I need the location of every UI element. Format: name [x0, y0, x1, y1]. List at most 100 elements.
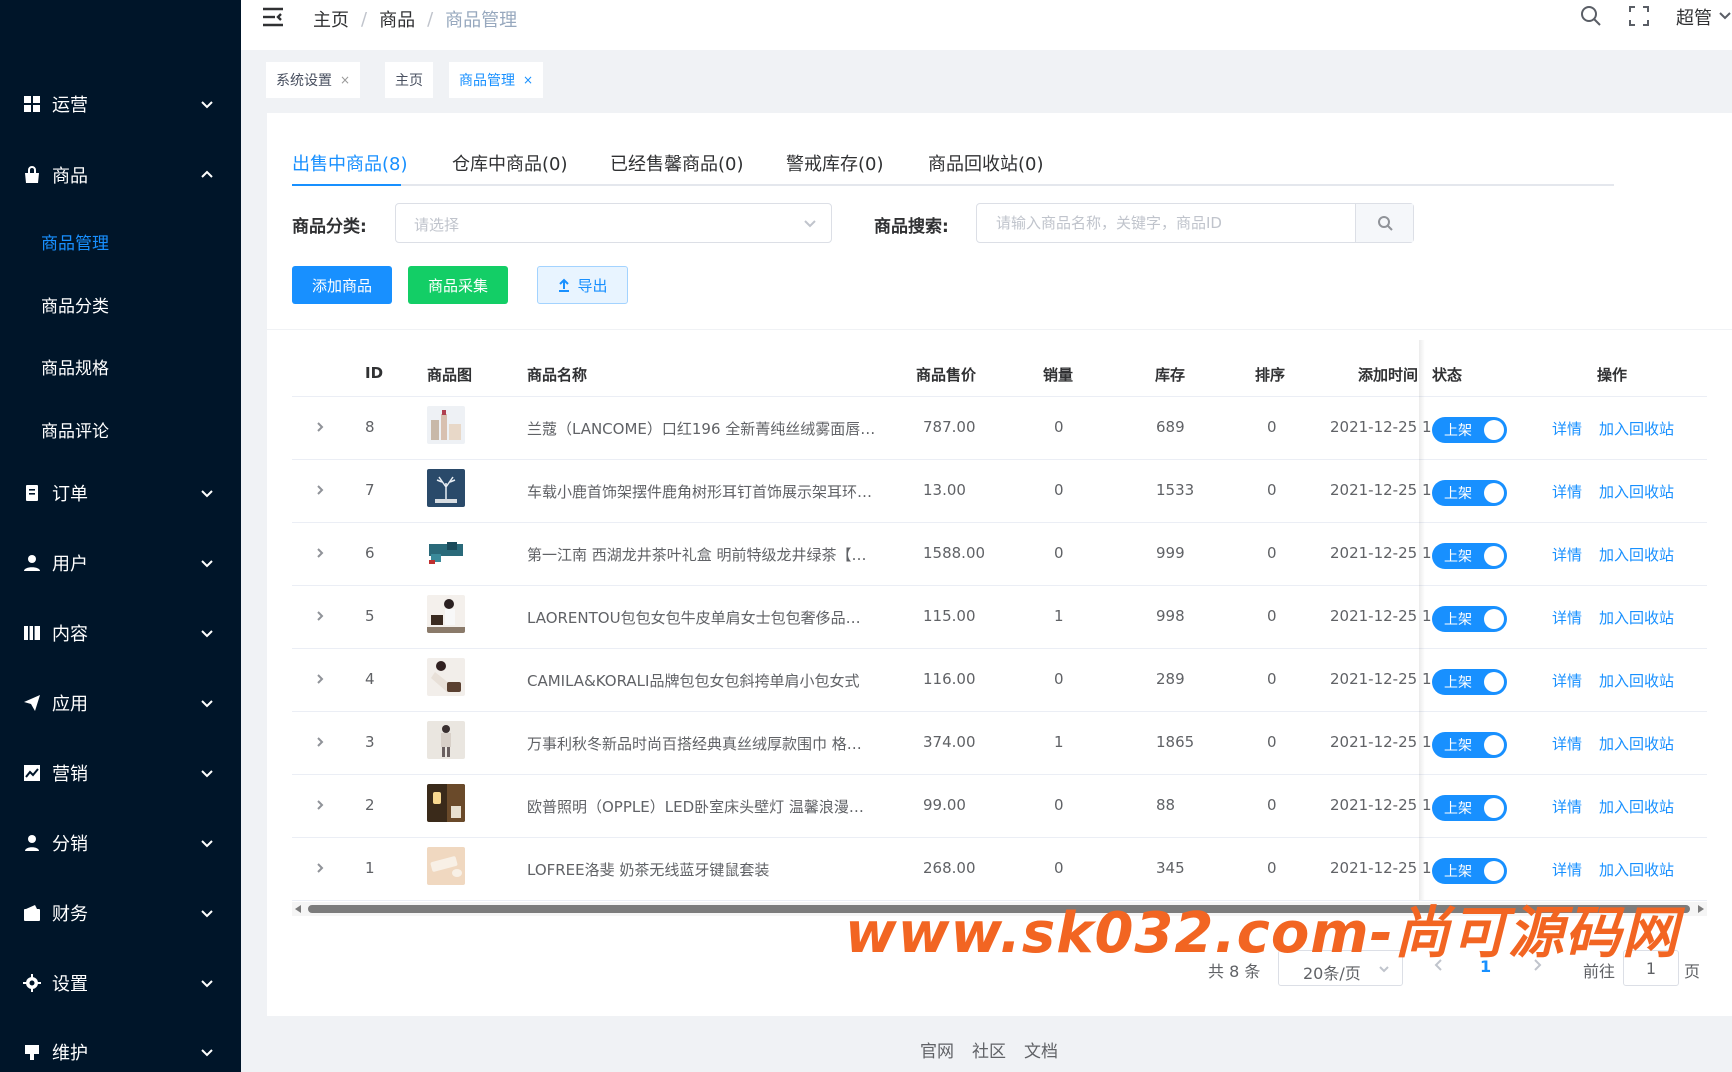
tag-home[interactable]: 主页	[385, 62, 433, 98]
table-row: 6 第一江南 西湖龙井茶叶礼盒 明前特级龙井绿茶【… 1588.00 0 999…	[292, 523, 1707, 586]
chevron-down-icon[interactable]	[1718, 8, 1732, 26]
tab-sold-out[interactable]: 已经售馨商品(0)	[610, 150, 744, 186]
recycle-link[interactable]: 加入回收站	[1599, 796, 1674, 817]
goto-page-input[interactable]	[1623, 950, 1679, 986]
recycle-link[interactable]: 加入回收站	[1599, 733, 1674, 754]
tag-goods-manage[interactable]: 商品管理 ×	[449, 62, 544, 98]
detail-link[interactable]: 详情	[1552, 481, 1582, 502]
menu-settings[interactable]: 设置	[0, 961, 241, 1005]
search-input[interactable]	[978, 205, 1353, 241]
chevron-right-icon[interactable]	[314, 862, 328, 876]
detail-link[interactable]: 详情	[1552, 733, 1582, 754]
goods-thumbnail[interactable]	[427, 595, 465, 633]
table-row: 4 CAMILA&KORALI品牌包包女包斜挎单肩小包女式 116.00 0 2…	[292, 649, 1707, 712]
detail-link[interactable]: 详情	[1552, 859, 1582, 880]
chevron-right-icon[interactable]	[314, 799, 328, 813]
menu-users[interactable]: 用户	[0, 541, 241, 585]
status-switch[interactable]: 上架	[1432, 732, 1507, 758]
menu-maintenance[interactable]: 维护	[0, 1030, 241, 1072]
collect-goods-button[interactable]: 商品采集	[408, 266, 508, 304]
goods-thumbnail[interactable]	[427, 658, 465, 696]
recycle-link[interactable]: 加入回收站	[1599, 859, 1674, 880]
search-button[interactable]	[1355, 204, 1413, 242]
breadcrumb-goods[interactable]: 商品	[379, 6, 415, 32]
close-icon[interactable]: ×	[523, 73, 533, 87]
tab-on-sale[interactable]: 出售中商品(8)	[292, 150, 408, 186]
submenu-goods-spec[interactable]: 商品规格	[0, 344, 241, 388]
goods-thumbnail[interactable]	[427, 784, 465, 822]
cell-time: 2021-12-25 1	[1330, 418, 1432, 436]
status-switch[interactable]: 上架	[1432, 543, 1507, 569]
search-icon[interactable]	[1580, 5, 1604, 29]
recycle-link[interactable]: 加入回收站	[1599, 481, 1674, 502]
close-icon[interactable]: ×	[340, 73, 350, 87]
tab-recycle-bin[interactable]: 商品回收站(0)	[928, 150, 1044, 186]
menu-orders[interactable]: 订单	[0, 471, 241, 515]
chevron-right-icon[interactable]	[314, 547, 328, 561]
menu-goods[interactable]: 商品	[0, 153, 241, 197]
footer-link-community[interactable]: 社区	[972, 1037, 1006, 1062]
status-switch[interactable]: 上架	[1432, 480, 1507, 506]
goods-thumbnail[interactable]	[427, 721, 465, 759]
scrollbar-thumb[interactable]	[308, 905, 1690, 913]
menu-operations[interactable]: 运营	[0, 82, 241, 126]
goods-thumbnail[interactable]	[427, 469, 465, 507]
add-goods-button[interactable]: 添加商品	[292, 266, 392, 304]
submenu-goods-comment[interactable]: 商品评论	[0, 407, 241, 451]
chevron-right-icon[interactable]	[314, 610, 328, 624]
menu-fold-icon[interactable]	[261, 6, 285, 28]
cell-time: 2021-12-25 1	[1330, 733, 1432, 751]
chevron-right-icon[interactable]	[314, 421, 328, 435]
menu-finance[interactable]: 财务	[0, 891, 241, 935]
menu-content[interactable]: 内容	[0, 611, 241, 655]
detail-link[interactable]: 详情	[1552, 607, 1582, 628]
menu-apps[interactable]: 应用	[0, 681, 241, 725]
menu-distribution[interactable]: 分销	[0, 821, 241, 865]
scroll-right-icon[interactable]	[1698, 905, 1704, 913]
detail-link[interactable]: 详情	[1552, 544, 1582, 565]
chevron-down-icon	[199, 625, 215, 641]
chevron-right-icon[interactable]	[314, 736, 328, 750]
detail-link[interactable]: 详情	[1552, 796, 1582, 817]
breadcrumb-home[interactable]: 主页	[313, 6, 349, 32]
submenu-goods-manage[interactable]: 商品管理	[0, 219, 241, 263]
status-switch[interactable]: 上架	[1432, 795, 1507, 821]
fullscreen-icon[interactable]	[1628, 5, 1652, 29]
recycle-link[interactable]: 加入回收站	[1599, 607, 1674, 628]
prev-page-icon[interactable]	[1432, 958, 1448, 976]
menu-label: 商品	[52, 166, 88, 187]
goods-thumbnail[interactable]	[427, 847, 465, 885]
recycle-link[interactable]: 加入回收站	[1599, 544, 1674, 565]
status-switch[interactable]: 上架	[1432, 606, 1507, 632]
tag-system-settings[interactable]: 系统设置 ×	[266, 62, 361, 98]
submenu-goods-category[interactable]: 商品分类	[0, 282, 241, 326]
gear-icon	[22, 973, 42, 993]
page-number-current[interactable]: 1	[1480, 957, 1491, 976]
recycle-link[interactable]: 加入回收站	[1599, 670, 1674, 691]
footer-link-docs[interactable]: 文档	[1024, 1037, 1058, 1062]
cell-sales: 0	[1054, 859, 1064, 877]
scroll-left-icon[interactable]	[295, 905, 301, 913]
export-button[interactable]: 导出	[537, 266, 628, 304]
goods-thumbnail[interactable]	[427, 532, 465, 570]
horizontal-scrollbar[interactable]	[292, 902, 1707, 916]
tab-stock-alert[interactable]: 警戒库存(0)	[786, 150, 884, 186]
switch-knob	[1484, 861, 1504, 881]
page-size-select[interactable]: 20条/页	[1278, 950, 1403, 986]
status-switch[interactable]: 上架	[1432, 669, 1507, 695]
menu-label: 财务	[52, 904, 88, 925]
goods-thumbnail[interactable]	[427, 406, 465, 444]
next-page-icon[interactable]	[1530, 958, 1546, 976]
status-switch[interactable]: 上架	[1432, 417, 1507, 443]
status-switch[interactable]: 上架	[1432, 858, 1507, 884]
detail-link[interactable]: 详情	[1552, 670, 1582, 691]
chevron-right-icon[interactable]	[314, 484, 328, 498]
menu-marketing[interactable]: 营销	[0, 751, 241, 795]
user-menu[interactable]: 超管	[1676, 4, 1712, 30]
category-select[interactable]: 请选择	[395, 203, 832, 243]
chevron-right-icon[interactable]	[314, 673, 328, 687]
footer-link-official[interactable]: 官网	[920, 1037, 954, 1062]
detail-link[interactable]: 详情	[1552, 418, 1582, 439]
tab-warehouse[interactable]: 仓库中商品(0)	[452, 150, 568, 186]
recycle-link[interactable]: 加入回收站	[1599, 418, 1674, 439]
